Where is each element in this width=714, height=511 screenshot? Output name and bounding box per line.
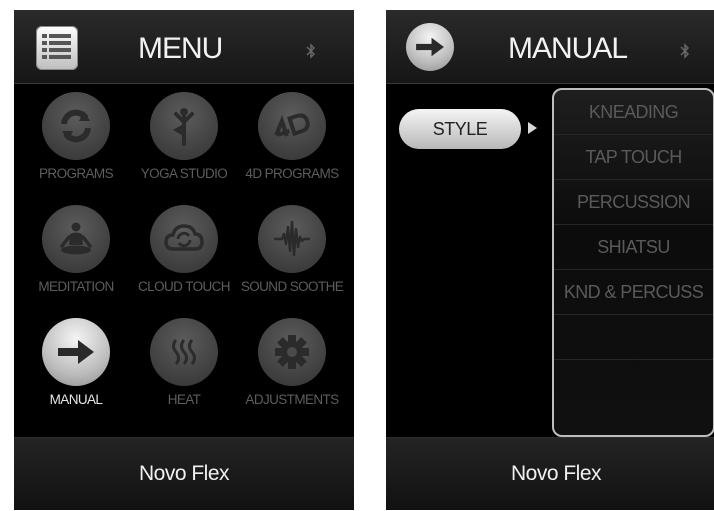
arrow-right-icon (42, 318, 110, 386)
footer-brand: Novo Flex (510, 462, 602, 485)
style-option-empty (554, 360, 713, 404)
footer: Novo Flex (386, 437, 714, 510)
tile-sound-soothe[interactable]: SOUND SOOTHE (237, 205, 347, 294)
bluetooth-icon (680, 43, 689, 59)
sound-wave-icon (258, 205, 326, 273)
tile-meditation[interactable]: MEDITATION (21, 205, 131, 294)
style-option-shiatsu[interactable]: SHIATSU (554, 225, 713, 270)
bluetooth-icon (306, 43, 315, 59)
manual-header: MANUAL (386, 10, 714, 84)
tile-label: MEDITATION (38, 279, 114, 294)
menu-list-icon[interactable] (36, 26, 78, 70)
tile-label: MANUAL (49, 392, 103, 407)
footer: Novo Flex (14, 437, 354, 510)
gear-icon (258, 318, 326, 386)
tile-label: ADJUSTMENTS (245, 392, 339, 407)
style-option-tap-touch[interactable]: TAP TOUCH (554, 135, 713, 180)
page-title: MENU (138, 32, 223, 65)
tile-label: YOGA STUDIO (140, 166, 228, 181)
caret-right-icon (528, 122, 537, 134)
heat-icon (150, 318, 218, 386)
tile-cloud-touch[interactable]: CLOUD TOUCH (129, 205, 239, 294)
style-button-label: STYLE (432, 118, 488, 139)
style-button[interactable]: STYLE (399, 109, 521, 149)
tile-label: PROGRAMS (39, 166, 114, 181)
style-list: KNEADING TAP TOUCH PERCUSSION SHIATSU KN… (552, 88, 714, 437)
refresh-icon (42, 92, 110, 160)
tile-label: CLOUD TOUCH (138, 279, 231, 294)
menu-screen: MENU PROGRAMS YOGA STUDIO 4D PROGRAMS ME… (14, 10, 354, 510)
style-option-percussion[interactable]: PERCUSSION (554, 180, 713, 225)
tile-label: SOUND SOOTHE (240, 279, 344, 294)
meditation-icon (42, 205, 110, 273)
page-title: MANUAL (508, 32, 628, 65)
tile-label: 4D PROGRAMS (245, 166, 339, 181)
yoga-icon (150, 92, 218, 160)
cloud-icon (150, 205, 218, 273)
footer-brand: Novo Flex (138, 462, 230, 485)
tile-adjustments[interactable]: ADJUSTMENTS (237, 318, 347, 407)
tile-programs[interactable]: PROGRAMS (21, 92, 131, 181)
style-option-knd-percuss[interactable]: KND & PERCUSS (554, 270, 713, 315)
tile-manual[interactable]: MANUAL (21, 318, 131, 407)
manual-screen: MANUAL STYLE KNEADING TAP TOUCH PERCUSSI… (386, 10, 714, 510)
style-option-kneading[interactable]: KNEADING (554, 90, 713, 135)
tile-heat[interactable]: HEAT (129, 318, 239, 407)
4d-icon (258, 92, 326, 160)
style-option-empty (554, 315, 713, 360)
arrow-right-icon[interactable] (406, 23, 454, 71)
tile-yoga-studio[interactable]: YOGA STUDIO (129, 92, 239, 181)
tile-label: HEAT (167, 392, 201, 407)
menu-header: MENU (14, 10, 354, 84)
tile-4d-programs[interactable]: 4D PROGRAMS (237, 92, 347, 181)
